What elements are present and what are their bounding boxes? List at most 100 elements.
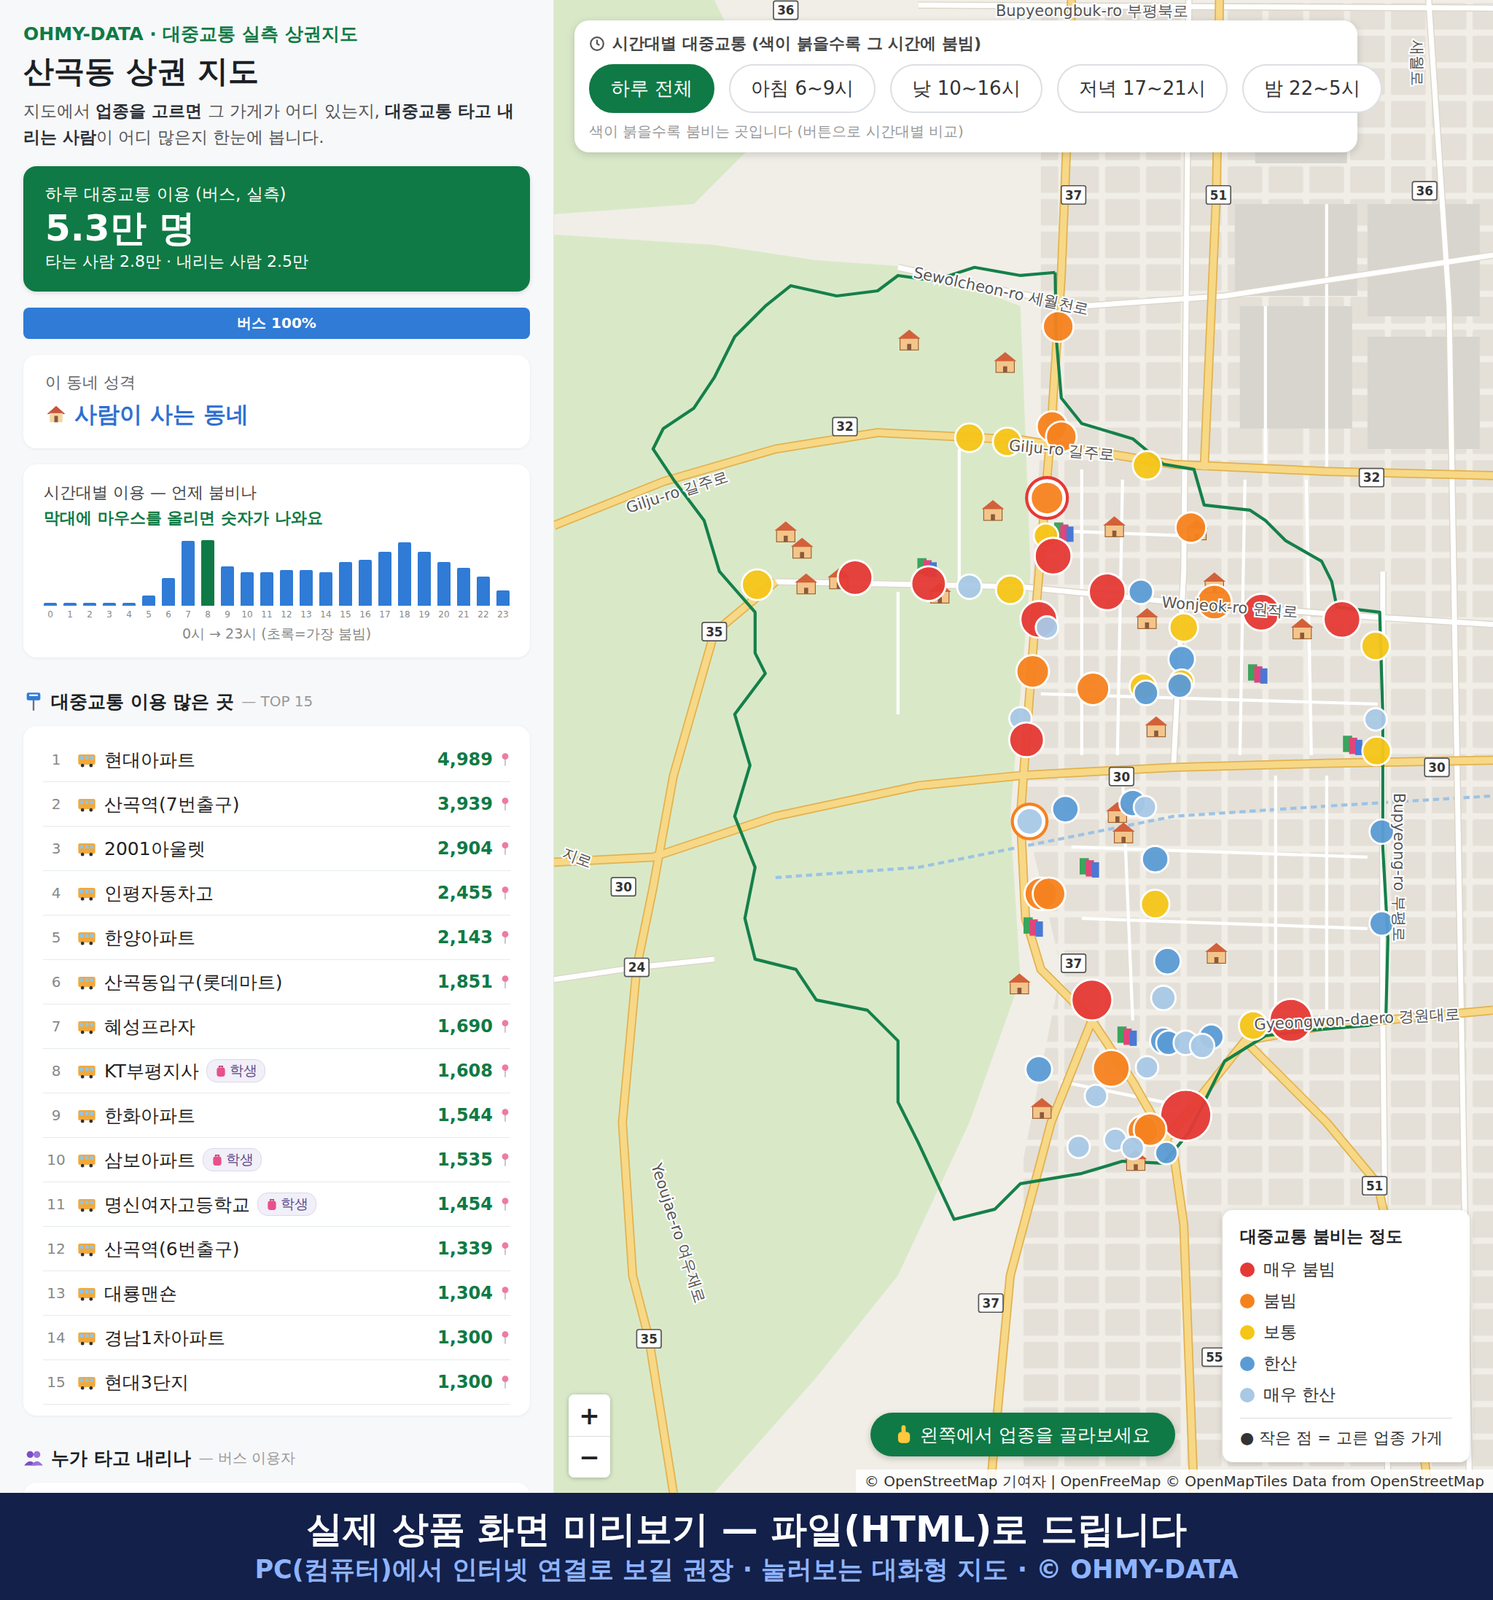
pin-icon[interactable]: [500, 1329, 511, 1346]
stop-dot[interactable]: [1076, 672, 1110, 706]
books-icon[interactable]: [1079, 858, 1100, 878]
stop-dot[interactable]: [1155, 1141, 1179, 1165]
school-icon[interactable]: [993, 352, 1017, 373]
stop-dot[interactable]: [1160, 1089, 1212, 1141]
top-list-row[interactable]: 2산곡역(7번출구)3,939: [43, 782, 511, 827]
top-list-row[interactable]: 7혜성프라자1,690: [43, 1004, 511, 1050]
pin-icon[interactable]: [500, 929, 511, 946]
stop-dot[interactable]: [742, 569, 773, 600]
school-icon[interactable]: [774, 521, 797, 542]
school-icon[interactable]: [1008, 973, 1031, 994]
school-icon[interactable]: [1291, 618, 1314, 639]
stop-dot[interactable]: [1012, 804, 1048, 840]
chart-bar[interactable]: [260, 572, 274, 606]
stop-dot[interactable]: [1008, 722, 1044, 758]
stop-dot[interactable]: [1151, 985, 1176, 1011]
books-icon[interactable]: [1023, 917, 1044, 937]
stop-dot[interactable]: [1025, 1056, 1052, 1083]
stop-dot[interactable]: [1132, 451, 1162, 480]
school-icon[interactable]: [898, 329, 921, 350]
chart-bar[interactable]: [240, 572, 254, 606]
stop-dot[interactable]: [1154, 947, 1181, 974]
top-list-row[interactable]: 1현대아파트4,989: [43, 737, 511, 783]
top-list-row[interactable]: 4인평자동차고2,455: [43, 871, 511, 916]
chart-bar[interactable]: [181, 540, 195, 606]
school-icon[interactable]: [1135, 607, 1159, 629]
stop-dot[interactable]: [1032, 877, 1066, 911]
top-list-row[interactable]: 12산곡역(6번출구)1,339: [43, 1226, 511, 1272]
time-option-button[interactable]: 저녁 17~21시: [1057, 64, 1228, 113]
chart-bar[interactable]: [83, 602, 97, 606]
stop-dot[interactable]: [1034, 538, 1071, 575]
school-icon[interactable]: [1145, 716, 1168, 738]
stop-dot[interactable]: [1175, 512, 1207, 544]
chart-bar[interactable]: [161, 578, 175, 606]
zoom-out-button[interactable]: −: [568, 1436, 611, 1478]
top-list-row[interactable]: 14경남1차아파트1,300: [43, 1315, 511, 1361]
stop-dot[interactable]: [1169, 613, 1198, 642]
top-list-row[interactable]: 13대룡맨숀1,304: [43, 1271, 511, 1316]
chart-bar[interactable]: [142, 595, 156, 606]
stop-dot[interactable]: [1084, 1084, 1108, 1108]
stop-dot[interactable]: [1071, 979, 1113, 1021]
chart-bar[interactable]: [358, 559, 372, 606]
chart-bar[interactable]: [496, 590, 510, 606]
stop-dot[interactable]: [1043, 311, 1074, 342]
books-icon[interactable]: [1248, 664, 1268, 684]
chart-bar[interactable]: [378, 551, 392, 606]
chart-bar[interactable]: [338, 562, 353, 606]
chart-bar[interactable]: [63, 602, 77, 606]
stop-dot[interactable]: [1089, 573, 1126, 611]
stop-dot[interactable]: [1016, 655, 1050, 689]
time-option-button[interactable]: 아침 6~9시: [729, 64, 876, 113]
stop-dot[interactable]: [1140, 890, 1170, 919]
chart-bar[interactable]: [43, 602, 57, 606]
stop-dot[interactable]: [837, 560, 873, 596]
top-list-row[interactable]: 9한화아파트1,544: [43, 1093, 511, 1138]
pin-icon[interactable]: [500, 751, 511, 768]
time-option-button[interactable]: 밤 22~5시: [1242, 64, 1383, 113]
stop-dot[interactable]: [1133, 796, 1157, 819]
stop-dot[interactable]: [1189, 1033, 1215, 1059]
chart-bar[interactable]: [457, 567, 471, 606]
school-icon[interactable]: [790, 538, 814, 559]
top-list-row[interactable]: 32001아울렛2,904: [43, 826, 511, 872]
school-icon[interactable]: [1112, 822, 1136, 843]
stop-dot[interactable]: [1067, 1135, 1090, 1159]
pin-icon[interactable]: [500, 1018, 511, 1035]
time-option-button[interactable]: 낮 10~16시: [890, 64, 1042, 113]
pin-icon[interactable]: [500, 1240, 511, 1257]
top-list-row[interactable]: 15현대3단지1,300: [43, 1360, 511, 1405]
stop-dot[interactable]: [1035, 616, 1059, 640]
top-list-row[interactable]: 11명신여자고등학교학생1,454: [43, 1182, 511, 1227]
pin-icon[interactable]: [500, 1374, 511, 1391]
top-list-row[interactable]: 8KT부평지사학생1,608: [43, 1049, 511, 1094]
chart-bar[interactable]: [122, 602, 136, 606]
chart-bar[interactable]: [220, 566, 235, 606]
chart-bar[interactable]: [299, 570, 313, 606]
school-icon[interactable]: [1030, 1097, 1054, 1119]
chart-bar[interactable]: [319, 572, 333, 606]
school-icon[interactable]: [794, 573, 818, 595]
stop-dot[interactable]: [957, 574, 982, 600]
stop-dot[interactable]: [1323, 601, 1361, 638]
stop-dot[interactable]: [954, 423, 984, 452]
pin-icon[interactable]: [500, 1107, 511, 1124]
school-icon[interactable]: [1102, 516, 1126, 537]
top-list-row[interactable]: 10삼보아파트학생1,535: [43, 1137, 511, 1183]
chart-bar[interactable]: [476, 576, 490, 606]
zoom-in-button[interactable]: +: [568, 1394, 611, 1437]
top-list-row[interactable]: 6산곡동입구(롯데마트)1,851: [43, 960, 511, 1005]
school-icon[interactable]: [1205, 942, 1228, 964]
stop-dot[interactable]: [1121, 1136, 1144, 1160]
stop-dot[interactable]: [911, 566, 947, 602]
stop-dot[interactable]: [1364, 708, 1388, 732]
pin-icon[interactable]: [500, 1151, 511, 1168]
prompt-pill[interactable]: 왼쪽에서 업종을 골라보세요: [870, 1412, 1176, 1457]
pin-icon[interactable]: [500, 1285, 511, 1302]
chart-bar[interactable]: [201, 540, 215, 606]
stop-dot[interactable]: [1092, 1049, 1130, 1087]
stop-dot[interactable]: [1026, 477, 1068, 519]
stop-dot[interactable]: [1167, 673, 1192, 699]
stop-dot[interactable]: [1141, 845, 1168, 872]
